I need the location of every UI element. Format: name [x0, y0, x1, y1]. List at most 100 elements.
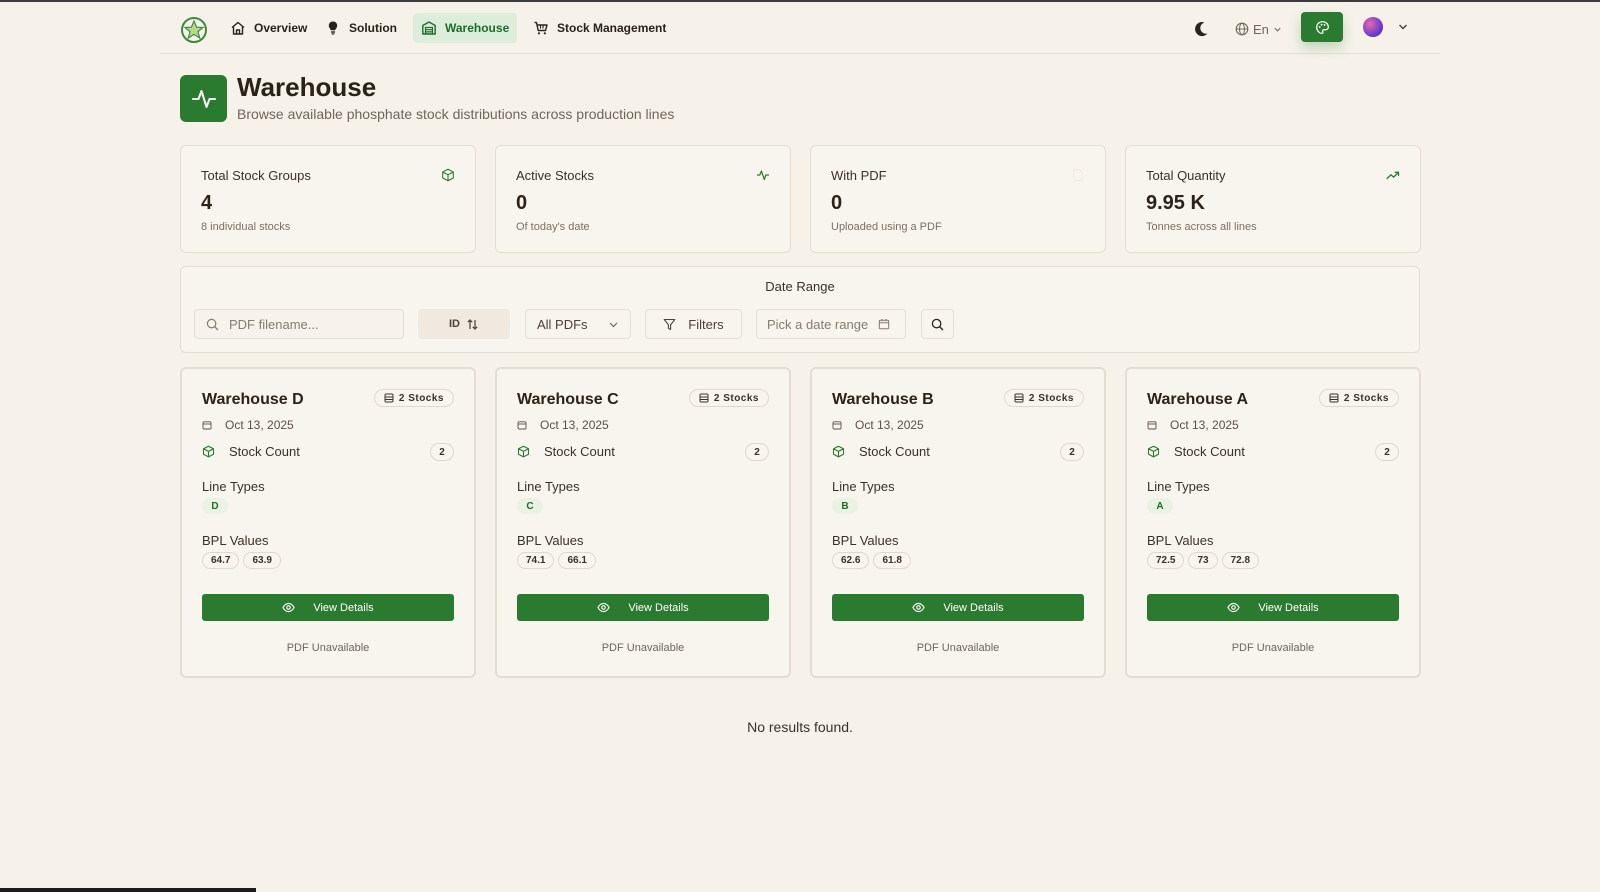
page-subtitle: Browse available phosphate stock distrib… — [237, 106, 675, 122]
filters-label: Filters — [688, 316, 724, 332]
pdf-filter-select[interactable]: All PDFs — [525, 309, 631, 339]
file-icon — [1073, 169, 1083, 181]
chevron-down-icon — [1274, 27, 1281, 32]
search-icon — [206, 318, 219, 331]
view-details-button[interactable]: View Details — [202, 594, 454, 621]
search-field — [194, 309, 404, 339]
bpl-values-list: 74.1 66.1 — [517, 552, 596, 569]
stat-label: With PDF — [831, 168, 887, 183]
stat-label: Active Stocks — [516, 168, 595, 183]
warehouse-card-b: Warehouse B 2 Stocks Oct 13, 2025 Stock … — [810, 367, 1106, 678]
stat-label: Total Quantity — [1146, 168, 1226, 183]
stock-count-label: Stock Count — [229, 444, 300, 459]
search-button[interactable] — [921, 309, 954, 339]
stat-note: Uploaded using a PDF — [831, 221, 942, 233]
lightbulb-icon — [328, 21, 338, 35]
stock-count-value: 2 — [745, 443, 769, 461]
eye-icon — [1227, 602, 1241, 613]
stock-count-label: Stock Count — [544, 444, 615, 459]
warehouse-icon — [422, 21, 436, 35]
stat-note: 8 individual stocks — [201, 221, 291, 233]
package-icon — [442, 168, 454, 182]
warehouse-date-text: Oct 13, 2025 — [540, 418, 609, 432]
bpl-values-list: 64.7 63.9 — [202, 552, 281, 569]
warehouse-date-text: Oct 13, 2025 — [855, 418, 924, 432]
search-input[interactable] — [229, 310, 399, 338]
nav-item-warehouse[interactable]: Warehouse — [413, 13, 518, 43]
database-icon — [699, 393, 709, 403]
stocks-badge-label: 2 Stocks — [1028, 392, 1074, 404]
activity-icon — [180, 75, 227, 122]
line-types-label: Line Types — [832, 479, 895, 494]
pdf-filter-value: All PDFs — [537, 316, 588, 332]
avatar[interactable] — [1363, 17, 1383, 37]
nav-item-label: Overview — [254, 21, 308, 35]
calendar-icon — [202, 421, 212, 430]
line-types-label: Line Types — [517, 479, 580, 494]
calendar-icon — [1147, 421, 1157, 430]
bpl-values-list: 62.6 61.8 — [832, 552, 911, 569]
stat-note: Tonnes across all lines — [1146, 221, 1257, 233]
warehouse-date: Oct 13, 2025 — [1147, 418, 1239, 432]
stat-value: 9.95 K — [1146, 192, 1205, 214]
warehouse-name: Warehouse A — [1147, 391, 1249, 408]
warehouse-name: Warehouse C — [517, 391, 619, 408]
line-types-label: Line Types — [1147, 479, 1210, 494]
view-details-label: View Details — [628, 601, 689, 614]
warehouse-card-a: Warehouse A 2 Stocks Oct 13, 2025 Stock … — [1125, 367, 1421, 678]
eye-icon — [912, 602, 926, 613]
stocks-badge-label: 2 Stocks — [713, 392, 759, 404]
bpl-values-list: 72.5 73 72.8 — [1147, 552, 1260, 569]
bpl-value-pill: 66.1 — [558, 552, 596, 569]
chevron-down-icon[interactable] — [1396, 20, 1410, 34]
bpl-values-label: BPL Values — [517, 533, 584, 548]
language-selector[interactable]: En — [1235, 17, 1282, 41]
stat-card-with-pdf: With PDF 0 Uploaded using a PDF — [810, 145, 1106, 253]
logo-icon[interactable] — [180, 16, 208, 44]
moon-icon[interactable] — [1190, 18, 1212, 40]
warehouse-date: Oct 13, 2025 — [832, 418, 924, 432]
warehouse-name: Warehouse B — [832, 391, 934, 408]
home-icon — [231, 21, 245, 35]
no-results-message: No results found. — [747, 719, 853, 735]
stat-card-active-stocks: Active Stocks 0 Of today's date — [495, 145, 791, 253]
warehouse-date: Oct 13, 2025 — [517, 418, 609, 432]
pdf-status: PDF Unavailable — [601, 642, 685, 654]
filters-button[interactable]: Filters — [645, 309, 742, 339]
nav-item-label: Stock Management — [557, 21, 667, 35]
sort-id-button[interactable]: ID — [418, 309, 510, 339]
window-top-border — [0, 0, 1600, 2]
browser-status-bar — [0, 888, 256, 892]
stat-value: 4 — [201, 192, 213, 214]
stocks-badge: 2 Stocks — [373, 389, 454, 407]
stock-count-label: Stock Count — [859, 444, 930, 459]
calendar-icon — [832, 421, 842, 430]
top-navigation: Overview Solution Warehouse Stock Manage… — [160, 8, 1440, 54]
bpl-value-pill: 73 — [1188, 552, 1218, 569]
package-icon — [202, 445, 215, 458]
warehouse-name: Warehouse D — [202, 391, 304, 408]
nav-item-stock-management[interactable]: Stock Management — [525, 13, 674, 43]
nav-item-label: Warehouse — [445, 21, 510, 35]
stat-note: Of today's date — [516, 221, 590, 233]
view-details-button[interactable]: View Details — [517, 594, 769, 621]
activity-icon — [757, 170, 769, 181]
date-range-picker[interactable]: Pick a date range — [756, 309, 906, 339]
bpl-value-pill: 64.7 — [202, 552, 240, 569]
stock-count-row: Stock Count — [202, 444, 300, 459]
theme-palette-button[interactable] — [1301, 12, 1343, 42]
bpl-value-pill: 62.6 — [832, 552, 870, 569]
view-details-label: View Details — [313, 601, 374, 614]
stocks-badge: 2 Stocks — [1318, 389, 1399, 407]
nav-item-overview[interactable]: Overview — [222, 13, 315, 43]
stat-value: 0 — [516, 192, 528, 214]
eye-icon — [282, 602, 296, 613]
stat-card-total-quantity: Total Quantity 9.95 K Tonnes across all … — [1125, 145, 1421, 253]
bpl-value-pill: 72.8 — [1221, 552, 1260, 569]
bpl-value-pill: 63.9 — [243, 552, 281, 569]
view-details-button[interactable]: View Details — [1147, 594, 1399, 621]
nav-item-solution[interactable]: Solution — [317, 13, 405, 43]
filter-icon — [663, 318, 676, 330]
view-details-button[interactable]: View Details — [832, 594, 1084, 621]
calendar-icon — [878, 319, 890, 330]
